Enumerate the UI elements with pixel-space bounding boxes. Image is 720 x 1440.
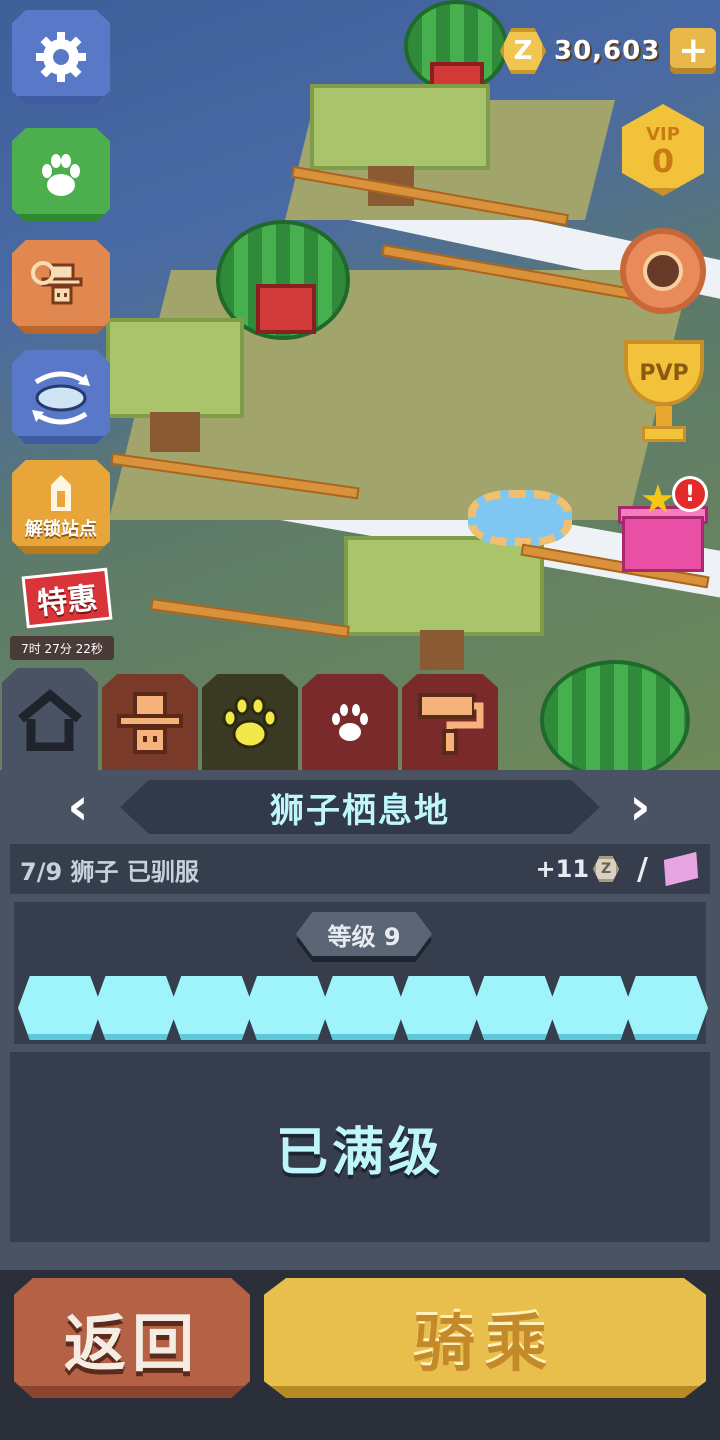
coin-counter: Z 30,603 +: [500, 28, 717, 74]
tree: [344, 536, 544, 636]
animal-hut: [256, 284, 316, 334]
level-badge: 等级 9: [296, 912, 432, 956]
tab-animals[interactable]: [302, 674, 398, 772]
paw-icon: [332, 704, 368, 741]
tab-home[interactable]: [2, 668, 98, 772]
gift-box-icon: [622, 516, 704, 572]
reward-value: +11: [535, 855, 590, 883]
habitat-panel: ‹ 狮子栖息地 › 7/9 狮子 已驯服 +11 Z / 等级 9 已满级: [0, 770, 720, 1270]
tree-trunk: [150, 412, 200, 452]
tamed-count: 7/9 狮子 已驯服: [20, 857, 199, 886]
tree: [106, 318, 244, 418]
house-icon: [18, 689, 82, 751]
map-compass-button[interactable]: [620, 228, 706, 314]
water-pond: [468, 490, 572, 546]
unlock-station-label: 解锁站点: [25, 519, 97, 540]
cowboy-icon: [117, 692, 183, 754]
airship-refresh-icon: [32, 371, 90, 425]
progress-segment: [472, 976, 557, 1040]
ride-button[interactable]: 骑乘: [264, 1278, 706, 1398]
progress-segment: [93, 976, 178, 1040]
category-tabs: [0, 668, 720, 772]
star-icon: ★: [640, 477, 676, 523]
back-button[interactable]: 返回: [14, 1278, 250, 1398]
paint-roller-icon: [418, 693, 484, 755]
tree-trunk: [420, 630, 464, 670]
gift-button[interactable]: ★ !: [614, 476, 710, 576]
vip-button[interactable]: VIP 0: [622, 104, 704, 196]
progress-segment: [624, 976, 708, 1040]
next-habitat-button[interactable]: ›: [620, 781, 660, 833]
paw-icon: [222, 696, 278, 749]
special-offer-button[interactable]: 特惠 7时 27分 22秒: [10, 566, 114, 662]
ticket-icon: [659, 852, 702, 886]
tab-decoration[interactable]: [402, 674, 498, 772]
level-progress-bar: [18, 976, 708, 1044]
compass-icon: [643, 251, 683, 291]
zookeeper-button[interactable]: [12, 240, 110, 334]
level-section: 等级 9: [10, 898, 710, 1048]
special-offer-tag: 特惠: [21, 567, 113, 629]
progress-segment: [169, 976, 254, 1040]
habitat-title: 狮子栖息地: [120, 780, 600, 834]
gear-icon: [36, 32, 86, 82]
progress-segment: [548, 976, 633, 1040]
pvp-button[interactable]: PVP: [612, 340, 716, 452]
special-offer-timer: 7时 27分 22秒: [10, 636, 114, 660]
settings-button[interactable]: [12, 10, 110, 104]
unlock-station-button[interactable]: 解锁站点: [12, 460, 110, 554]
trophy-base: [642, 426, 686, 442]
station-icon: [51, 475, 71, 511]
fence: [150, 598, 350, 638]
vip-level: 0: [651, 141, 675, 180]
tab-pets[interactable]: [202, 674, 298, 772]
progress-segment: [396, 976, 481, 1040]
trophy-stem: [656, 406, 672, 426]
cowboy-lasso-icon: [31, 261, 83, 305]
reward-separator: /: [637, 851, 648, 887]
pets-button[interactable]: [12, 128, 110, 222]
airship-button[interactable]: [12, 350, 110, 444]
habitat-reward: +11 Z /: [536, 852, 700, 887]
progress-segment: [245, 976, 330, 1040]
add-coins-button[interactable]: +: [670, 28, 717, 74]
progress-segment: [321, 976, 405, 1040]
previous-habitat-button[interactable]: ‹: [58, 781, 98, 833]
max-level-status: 已满级: [275, 1122, 444, 1183]
notification-badge: !: [672, 476, 708, 512]
progress-segment: [18, 976, 102, 1040]
coin-icon: Z: [593, 856, 620, 882]
tab-zookeeper[interactable]: [102, 674, 198, 772]
habitat-header: ‹ 狮子栖息地 ›: [0, 770, 720, 842]
pvp-label: PVP: [639, 360, 689, 386]
coin-value: 30,603: [554, 36, 661, 66]
paw-icon: [42, 154, 80, 196]
tamed-status-row: 7/9 狮子 已驯服 +11 Z /: [10, 844, 710, 894]
trophy-icon: PVP: [624, 340, 704, 406]
coin-icon: Z: [500, 28, 546, 74]
game-scene[interactable]: 解锁站点 特惠 7时 27分 22秒 Z 30,603 + VIP 0 PVP …: [0, 0, 720, 770]
tree: [310, 84, 490, 170]
max-level-section: 已满级: [10, 1052, 710, 1242]
footer: 返回 骑乘: [0, 1270, 720, 1440]
